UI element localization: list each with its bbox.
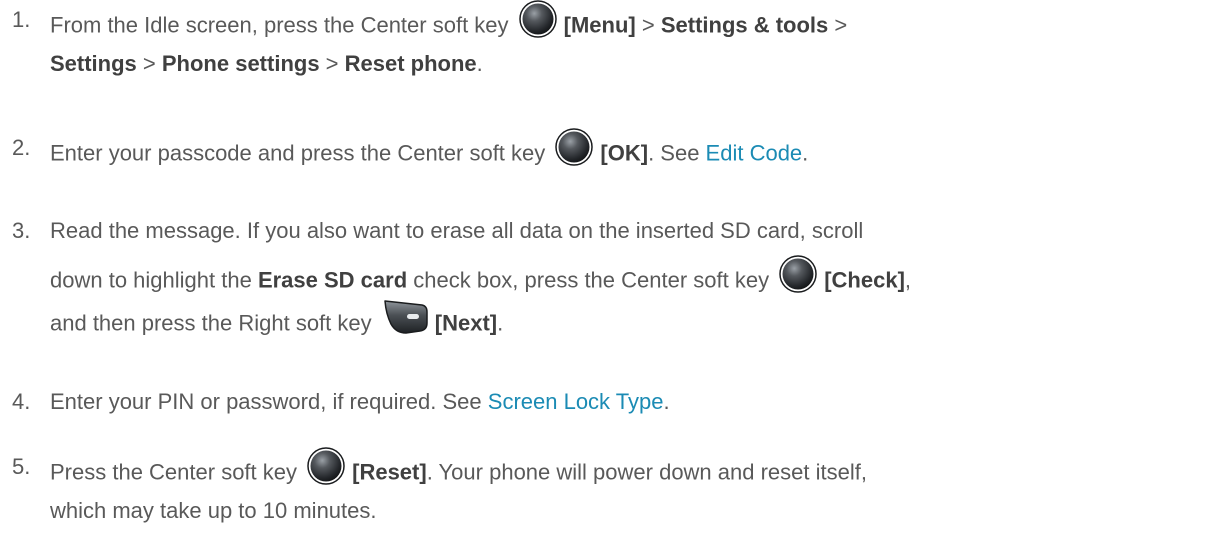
step-text: Enter your PIN or password, if required.… (50, 389, 488, 414)
menu-path-item: Phone settings (161, 51, 320, 76)
key-label: [Reset] (352, 459, 427, 485)
punctuation: . (663, 389, 670, 414)
punctuation: , (904, 267, 912, 293)
center-soft-key-icon (555, 128, 594, 177)
step-line: From the Idle screen, press the Center s… (50, 0, 848, 51)
screen-lock-type-link[interactable]: Screen Lock Type (488, 389, 664, 414)
punctuation: . (802, 140, 809, 166)
right-soft-key-icon (382, 299, 428, 346)
step-text: check box, press the Center soft key (407, 267, 770, 293)
step-line: Press the Center soft key [Reset]. Your … (50, 447, 867, 498)
key-label: [Menu] (563, 12, 636, 38)
step-line: Enter your PIN or password, if required.… (50, 384, 670, 420)
step-text: which may take up to 10 minutes. (50, 498, 377, 523)
menu-path-item: Settings & tools (660, 12, 829, 38)
step-number: 5. (12, 454, 31, 479)
step-text: down to highlight the (50, 267, 258, 293)
step-number: 4. (12, 389, 31, 414)
step-line: Read the message. If you also want to er… (50, 213, 863, 249)
menu-path-item: Settings (50, 51, 137, 76)
step-text: . See (648, 140, 706, 166)
step-line: which may take up to 10 minutes. (50, 493, 377, 529)
center-soft-key-icon (779, 255, 817, 304)
separator: > (319, 51, 345, 76)
step-text: Read the message. If you also want to er… (50, 218, 864, 243)
key-label: [Check] (824, 267, 905, 293)
step-text: . Your phone will power down and reset i… (426, 459, 867, 485)
step-line: and then press the Right soft key [Next]… (50, 299, 504, 348)
separator: > (635, 12, 661, 38)
punctuation: . (476, 51, 483, 76)
step-line: Enter your passcode and press the Center… (50, 128, 809, 179)
key-label: [Next] (434, 310, 498, 336)
separator: > (828, 12, 848, 38)
step-number: 1. (12, 7, 31, 32)
step-text: From the Idle screen, press the Center s… (50, 12, 509, 38)
edit-code-link[interactable]: Edit Code (706, 140, 803, 165)
menu-path-item: Reset phone (344, 51, 477, 76)
step-line: down to highlight the Erase SD card chec… (50, 255, 912, 306)
check-box-name: Erase SD card (257, 267, 408, 293)
step-line: Settings > Phone settings > Reset phone. (50, 46, 483, 82)
center-soft-key-icon (518, 0, 557, 49)
step-text: Enter your passcode and press the Center… (50, 140, 546, 166)
step-text: and then press the Right soft key (50, 310, 372, 336)
punctuation: . (497, 310, 504, 336)
center-soft-key-icon (307, 447, 345, 496)
step-number: 2. (12, 135, 31, 160)
key-label: [OK] (600, 140, 649, 166)
step-number: 3. (12, 218, 31, 243)
step-text: Press the Center soft key (50, 459, 297, 485)
separator: > (136, 51, 162, 76)
